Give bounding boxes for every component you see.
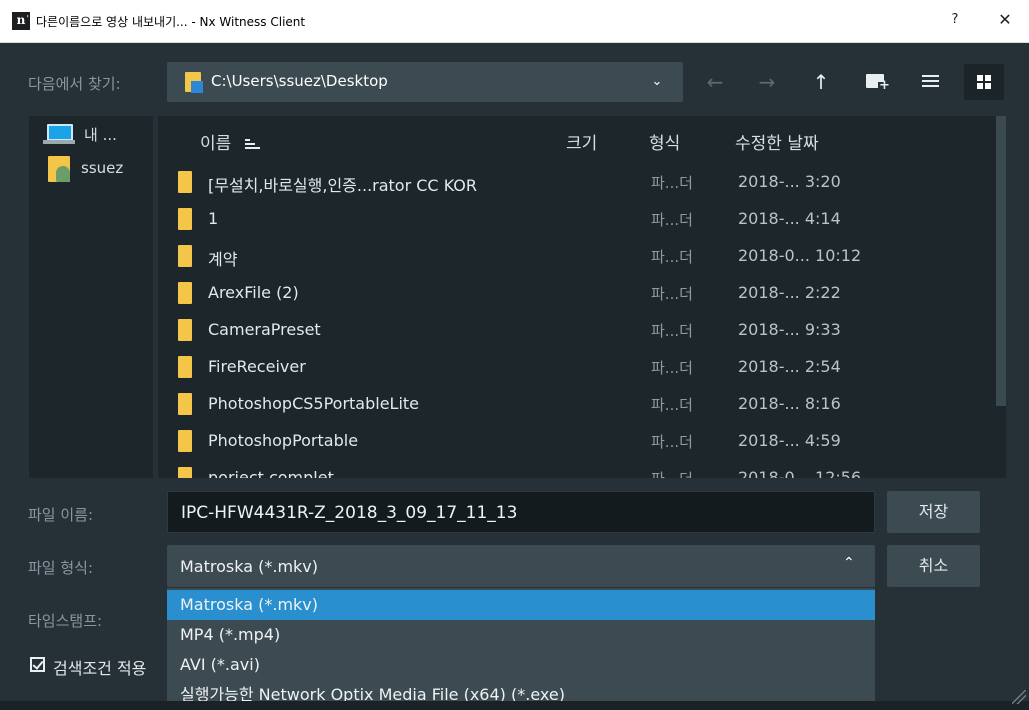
- scrollbar-thumb[interactable]: [996, 116, 1006, 406]
- user-folder-icon: [48, 156, 70, 182]
- file-type-option[interactable]: MP4 (*.mp4): [167, 620, 875, 650]
- sidebar-item-label: 내 ...: [84, 126, 117, 144]
- close-button[interactable]: ✕: [994, 9, 1016, 31]
- file-list: 이름 크기 형식 수정한 날짜 [무설치,바로실행,인증...rator CC …: [158, 116, 1006, 478]
- file-date: 2018-... 3:20: [738, 172, 841, 191]
- folder-icon: [178, 245, 192, 267]
- file-row[interactable]: [무설치,바로실행,인증...rator CC KOR 파...더 2018-.…: [158, 164, 878, 201]
- sort-icon: [244, 139, 261, 149]
- path-combobox[interactable]: C:\Users\ssuez\Desktop ⌄: [167, 62, 683, 102]
- bottom-edge: [0, 701, 1029, 710]
- forward-button[interactable]: →: [752, 66, 782, 98]
- file-type-value: Matroska (*.mkv): [180, 557, 318, 576]
- file-date: 2018-... 4:59: [738, 431, 841, 450]
- cancel-button[interactable]: 취소: [887, 545, 980, 587]
- file-type: 파...더: [651, 322, 693, 340]
- column-header-name[interactable]: 이름: [200, 129, 261, 154]
- chevron-up-icon: ⌃: [843, 555, 855, 571]
- column-header-type[interactable]: 형식: [649, 129, 680, 154]
- file-type: 파...더: [651, 285, 693, 303]
- chevron-down-icon[interactable]: ⌄: [645, 71, 669, 93]
- folder-icon: [178, 467, 192, 478]
- file-row[interactable]: PhotoshopPortable 파...더 2018-... 4:59: [158, 423, 878, 460]
- file-row[interactable]: CameraPreset 파...더 2018-... 9:33: [158, 312, 878, 349]
- file-type: 파...더: [651, 174, 693, 192]
- file-type: 파...더: [651, 248, 693, 266]
- column-header-modified[interactable]: 수정한 날짜: [735, 129, 819, 154]
- file-name: 1: [208, 209, 219, 228]
- file-type: 파...더: [651, 468, 693, 478]
- file-type-label: 파일 형식:: [28, 559, 94, 577]
- file-name: [무설치,바로실행,인증...rator CC KOR: [208, 176, 478, 195]
- file-name: PhotoshopCS5PortableLite: [208, 394, 420, 413]
- file-row[interactable]: poriect complet 파...더 2018-0... 12:56: [158, 460, 878, 478]
- folder-icon: [185, 72, 203, 93]
- file-name: poriect complet: [208, 468, 334, 478]
- file-name: FireReceiver: [208, 357, 306, 376]
- sidebar-item-user[interactable]: ssuez: [29, 156, 153, 186]
- file-type-option[interactable]: AVI (*.avi): [167, 650, 875, 680]
- file-name: 계약: [208, 250, 238, 269]
- column-header-size[interactable]: 크기: [566, 129, 597, 154]
- nx-app-icon: n ': [12, 12, 30, 30]
- file-name: ArexFile (2): [208, 283, 299, 302]
- file-name: CameraPreset: [208, 320, 321, 339]
- places-sidebar: 내 ... ssuez: [29, 116, 153, 478]
- file-type: 파...더: [651, 433, 693, 451]
- file-name: PhotoshopPortable: [208, 431, 359, 450]
- folder-icon: [178, 208, 192, 230]
- folder-icon: [178, 319, 192, 341]
- file-name-field[interactable]: IPC-HFW4431R-Z_2018_3_09_17_11_13: [167, 491, 875, 533]
- folder-icon: [178, 282, 192, 304]
- file-type: 파...더: [651, 359, 693, 377]
- sidebar-item-pc[interactable]: 내 ...: [29, 120, 153, 150]
- timestamp-label: 타임스탬프:: [28, 612, 103, 630]
- file-type-select[interactable]: Matroska (*.mkv) ⌃: [167, 545, 875, 587]
- file-row[interactable]: PhotoshopCS5PortableLite 파...더 2018-... …: [158, 386, 878, 423]
- path-value: C:\Users\ssuez\Desktop: [211, 72, 388, 90]
- help-button[interactable]: ?: [944, 9, 966, 31]
- file-date: 2018-... 8:16: [738, 394, 841, 413]
- file-row[interactable]: ArexFile (2) 파...더 2018-... 2:22: [158, 275, 878, 312]
- new-folder-icon[interactable]: [866, 74, 890, 93]
- look-in-label: 다음에서 찾기:: [28, 75, 121, 93]
- file-type-dropdown: Matroska (*.mkv) MP4 (*.mp4) AVI (*.avi)…: [167, 588, 875, 710]
- folder-icon: [178, 171, 192, 193]
- list-view-icon[interactable]: [922, 75, 939, 89]
- file-row[interactable]: 1 파...더 2018-... 4:14: [158, 201, 878, 238]
- folder-icon: [178, 393, 192, 415]
- up-button[interactable]: ↑: [806, 66, 836, 98]
- file-name-value: IPC-HFW4431R-Z_2018_3_09_17_11_13: [181, 503, 518, 523]
- file-date: 2018-0... 12:56: [738, 468, 862, 478]
- folder-icon: [178, 356, 192, 378]
- file-row[interactable]: 계약 파...더 2018-0... 10:12: [158, 238, 878, 275]
- window-title: 다른이름으로 영상 내보내기... - Nx Witness Client: [36, 15, 306, 29]
- title-bar: n ' 다른이름으로 영상 내보내기... - Nx Witness Client…: [0, 0, 1029, 43]
- detail-view-button[interactable]: [964, 64, 1004, 100]
- file-date: 2018-0... 10:12: [738, 246, 862, 265]
- sidebar-item-label: ssuez: [81, 159, 124, 177]
- resize-grip-icon[interactable]: [1012, 690, 1026, 704]
- back-button[interactable]: ←: [700, 66, 730, 98]
- file-date: 2018-... 2:22: [738, 283, 841, 302]
- apply-filter-checkbox[interactable]: [30, 657, 45, 672]
- file-type-option[interactable]: Matroska (*.mkv): [167, 590, 875, 620]
- file-date: 2018-... 9:33: [738, 320, 841, 339]
- computer-icon: [43, 124, 75, 144]
- file-date: 2018-... 4:14: [738, 209, 841, 228]
- apply-filter-label: 검색조건 적용: [53, 659, 147, 678]
- save-button[interactable]: 저장: [887, 491, 980, 533]
- folder-icon: [178, 430, 192, 452]
- file-name-label: 파일 이름:: [28, 506, 94, 524]
- file-date: 2018-... 2:54: [738, 357, 841, 376]
- file-type: 파...더: [651, 396, 693, 414]
- file-type: 파...더: [651, 211, 693, 229]
- file-row[interactable]: FireReceiver 파...더 2018-... 2:54: [158, 349, 878, 386]
